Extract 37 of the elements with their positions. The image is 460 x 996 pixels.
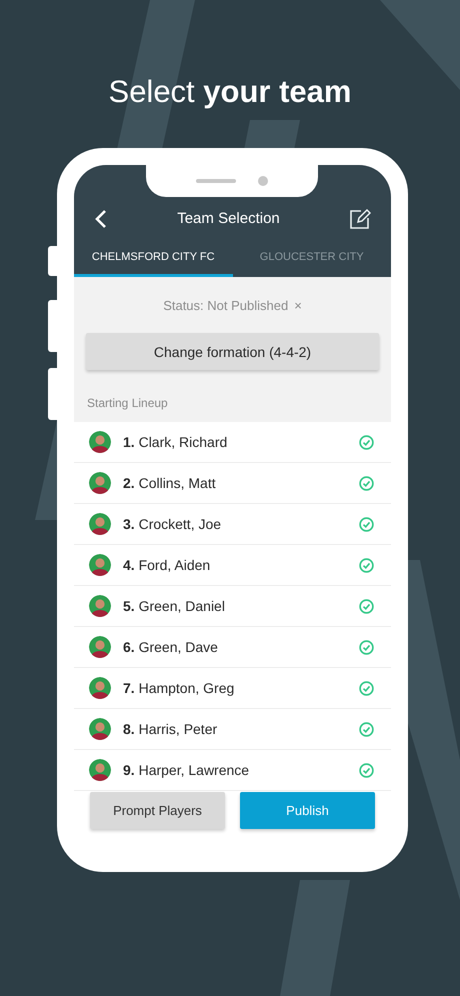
player-name: 7. Hampton, Greg [123,680,236,696]
player-name: 9. Harper, Lawrence [123,762,250,778]
avatar-icon [89,595,111,617]
player-name: 2. Collins, Matt [123,475,217,491]
status-text: Status: Not Published [163,298,288,312]
avatar-icon [89,554,111,576]
player-row[interactable]: 3. Crockett, Joe [74,504,391,545]
speaker-icon [196,179,236,183]
player-name: 3. Crockett, Joe [123,516,222,532]
player-row[interactable]: 1. Clark, Richard [74,422,391,463]
camera-icon [258,176,268,186]
prompt-button[interactable]: Prompt Players [90,792,225,829]
avatar-icon [89,636,111,658]
player-name: 6. Green, Dave [123,639,219,655]
avatar-icon [89,513,111,535]
avatar-icon [89,718,111,740]
player-name: 5. Green, Daniel [123,598,226,614]
screen-title: Team Selection [177,210,280,227]
player-name: 1. Clark, Richard [123,434,228,450]
player-row[interactable]: 5. Green, Daniel [74,586,391,627]
player-row[interactable]: 4. Ford, Aiden [74,545,391,586]
player-row[interactable]: 6. Green, Dave [74,627,391,668]
player-row[interactable]: 8. Harris, Peter [74,709,391,750]
back-icon[interactable] [94,208,108,228]
section-label: Starting Lineup [86,395,169,412]
player-row[interactable]: 7. Hampton, Greg [74,668,391,709]
player-name: 8. Harris, Peter [123,721,218,737]
avatar-icon [89,677,111,699]
avatar-icon [89,431,111,453]
player-row[interactable]: 2. Collins, Matt [74,463,391,504]
headline: Select your team [108,73,352,111]
edit-icon[interactable] [349,208,371,230]
formation-button[interactable]: Change formation (4-4-2) [86,333,379,370]
avatar-icon [89,759,111,781]
player-row[interactable]: 9. Harper, Lawrence [74,750,391,791]
player-name: 4. Ford, Aiden [123,557,212,573]
avatar-icon [89,472,111,494]
